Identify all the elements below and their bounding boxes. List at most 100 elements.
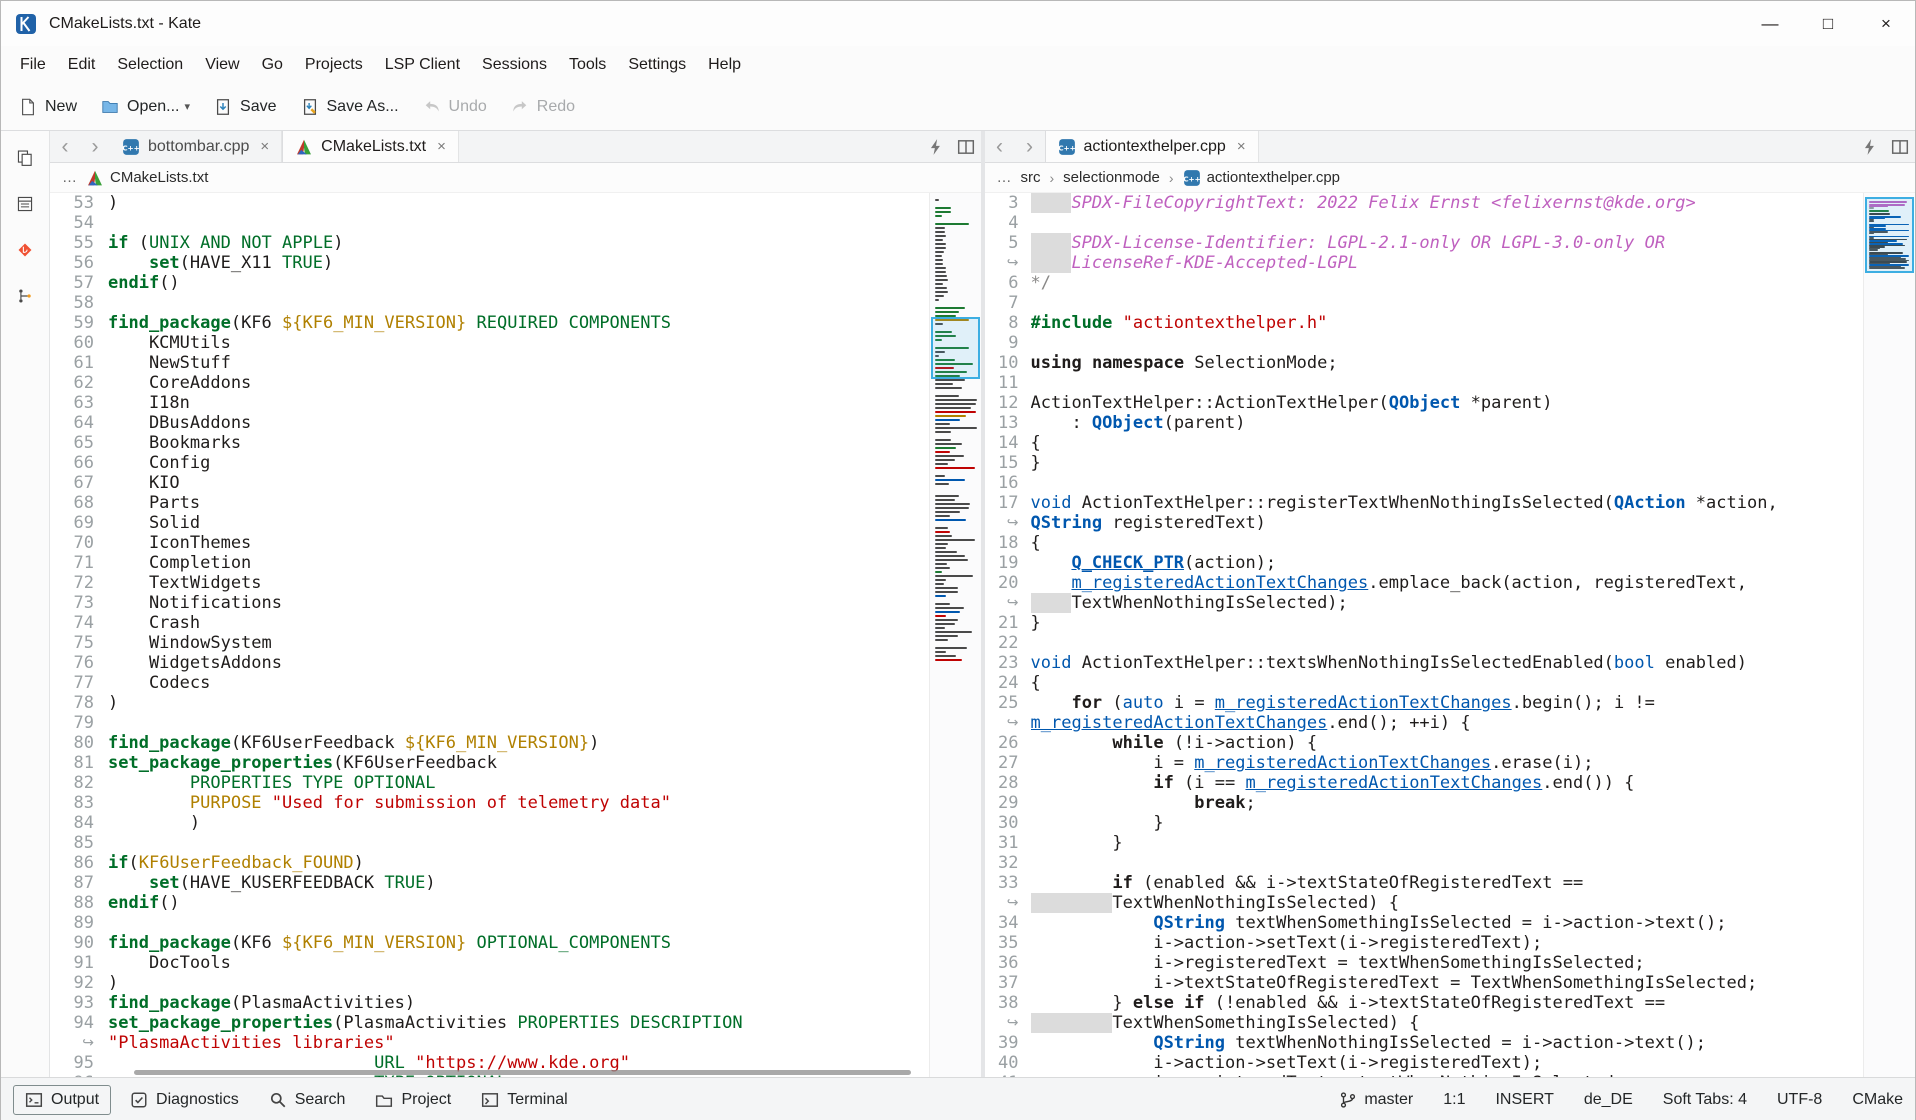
code-line[interactable]: 70 IconThemes [50, 533, 929, 553]
history-back-button[interactable]: ‹ [50, 131, 80, 162]
code-line[interactable]: 79 [50, 713, 929, 733]
statusbar-master[interactable]: master [1339, 1091, 1413, 1109]
sidebar-symbols-button[interactable] [10, 281, 40, 311]
code-line[interactable]: 85 [50, 833, 929, 853]
quick-actions-button[interactable] [921, 131, 951, 162]
toolbar-open-button[interactable]: Open...▾ [91, 92, 200, 122]
code-line[interactable]: 8#include "actiontexthelper.h" [985, 313, 1864, 333]
code-line[interactable]: 12ActionTextHelper::ActionTextHelper(QOb… [985, 393, 1864, 413]
history-forward-button[interactable]: › [1015, 131, 1045, 162]
code-line[interactable]: ↪TextWhenSomethingIsSelected) { [985, 1013, 1864, 1033]
menu-projects[interactable]: Projects [294, 50, 374, 80]
code-line[interactable]: 93find_package(PlasmaActivities) [50, 993, 929, 1013]
statusbar-diagnostics-button[interactable]: Diagnostics [119, 1086, 250, 1114]
code-line[interactable]: 27 i = m_registeredActionTextChanges.era… [985, 753, 1864, 773]
code-line[interactable]: 17void ActionTextHelper::registerTextWhe… [985, 493, 1864, 513]
code-line[interactable]: 61 NewStuff [50, 353, 929, 373]
code-line[interactable]: 26 while (!i->action) { [985, 733, 1864, 753]
code-line[interactable]: 33 if (enabled && i->textStateOfRegister… [985, 873, 1864, 893]
quick-actions-button[interactable] [1855, 131, 1885, 162]
code-line[interactable]: 38 } else if (!enabled && i->textStateOf… [985, 993, 1864, 1013]
horizontal-scrollbar[interactable] [134, 1070, 911, 1075]
code-line[interactable]: 92) [50, 973, 929, 993]
code-line[interactable]: 29 break; [985, 793, 1864, 813]
code-line[interactable]: 35 i->action->setText(i->registeredText)… [985, 933, 1864, 953]
code-line[interactable]: 9 [985, 333, 1864, 353]
code-line[interactable]: 53) [50, 193, 929, 213]
menu-settings[interactable]: Settings [617, 50, 697, 80]
code-line[interactable]: ↪m_registeredActionTextChanges.end(); ++… [985, 713, 1864, 733]
code-line[interactable]: ↪TextWhenNothingIsSelected) { [985, 893, 1864, 913]
code-line[interactable]: 80find_package(KF6UserFeedback ${KF6_MIN… [50, 733, 929, 753]
statusbar-insert[interactable]: INSERT [1495, 1091, 1553, 1109]
code-line[interactable]: 15} [985, 453, 1864, 473]
statusbar-utf-8[interactable]: UTF-8 [1777, 1091, 1822, 1109]
code-line[interactable]: 31 } [985, 833, 1864, 853]
code-line[interactable]: 36 i->registeredText = textWhenSomething… [985, 953, 1864, 973]
code-line[interactable]: 54 [50, 213, 929, 233]
statusbar-project-button[interactable]: Project [364, 1086, 462, 1114]
history-forward-button[interactable]: › [80, 131, 110, 162]
code-line[interactable]: 86if(KF6UserFeedback_FOUND) [50, 853, 929, 873]
code-line[interactable]: 21} [985, 613, 1864, 633]
code-line[interactable]: 19 Q_CHECK_PTR(action); [985, 553, 1864, 573]
menu-selection[interactable]: Selection [106, 50, 194, 80]
code-line[interactable]: 65 Bookmarks [50, 433, 929, 453]
tab-close-icon[interactable]: × [437, 138, 446, 155]
code-line[interactable]: 14{ [985, 433, 1864, 453]
code-line[interactable]: 81set_package_properties(KF6UserFeedback [50, 753, 929, 773]
code-line[interactable]: 67 KIO [50, 473, 929, 493]
tab-bottombar-cpp[interactable]: C++bottombar.cpp× [110, 131, 282, 162]
code-line[interactable]: ↪QString registeredText) [985, 513, 1864, 533]
tab-cmakelists-txt[interactable]: CMakeLists.txt× [282, 131, 459, 162]
tab-close-icon[interactable]: × [1237, 138, 1246, 155]
code-line[interactable]: 94set_package_properties(PlasmaActivitie… [50, 1013, 929, 1033]
code-line[interactable]: 23void ActionTextHelper::textsWhenNothin… [985, 653, 1864, 673]
menu-sessions[interactable]: Sessions [471, 50, 558, 80]
code-line[interactable]: 69 Solid [50, 513, 929, 533]
breadcrumb-overflow[interactable]: … [997, 169, 1012, 186]
code-line[interactable]: 87 set(HAVE_KUSERFEEDBACK TRUE) [50, 873, 929, 893]
code-line[interactable]: 22 [985, 633, 1864, 653]
code-line[interactable]: 72 TextWidgets [50, 573, 929, 593]
code-line[interactable]: 66 Config [50, 453, 929, 473]
statusbar-1-1[interactable]: 1:1 [1443, 1091, 1465, 1109]
toolbar-new-button[interactable]: New [9, 92, 87, 122]
title-bar[interactable]: CMakeLists.txt - Kate —□× [1, 1, 1915, 46]
code-line[interactable]: 40 i->action->setText(i->registeredText)… [985, 1053, 1864, 1073]
toolbar-save-button[interactable]: Save [204, 92, 286, 122]
statusbar-output-button[interactable]: Output [13, 1085, 111, 1115]
breadcrumb-overflow[interactable]: … [62, 169, 77, 186]
code-line[interactable]: 57endif() [50, 273, 929, 293]
code-line[interactable]: 18{ [985, 533, 1864, 553]
code-line[interactable]: 60 KCMUtils [50, 333, 929, 353]
code-line[interactable]: 10using namespace SelectionMode; [985, 353, 1864, 373]
code-line[interactable]: 83 PURPOSE "Used for submission of telem… [50, 793, 929, 813]
code-line[interactable]: 64 DBusAddons [50, 413, 929, 433]
menu-help[interactable]: Help [697, 50, 752, 80]
code-line[interactable]: 6*/ [985, 273, 1864, 293]
code-line[interactable]: 39 QString textWhenNothingIsSelected = i… [985, 1033, 1864, 1053]
minimize-button[interactable]: — [1741, 1, 1799, 46]
sidebar-filesystem-button[interactable] [10, 189, 40, 219]
code-area[interactable]: 53)5455if (UNIX AND NOT APPLE)56 set(HAV… [50, 193, 929, 1077]
code-line[interactable]: 55if (UNIX AND NOT APPLE) [50, 233, 929, 253]
code-line[interactable]: 5SPDX-License-Identifier: LGPL-2.1-only … [985, 233, 1864, 253]
breadcrumb-item-actiontexthelper-cpp[interactable]: C++actiontexthelper.cpp [1183, 169, 1340, 187]
code-line[interactable]: 89 [50, 913, 929, 933]
menu-go[interactable]: Go [251, 50, 294, 80]
code-line[interactable]: ↪LicenseRef-KDE-Accepted-LGPL [985, 253, 1864, 273]
code-line[interactable]: 20 m_registeredActionTextChanges.emplace… [985, 573, 1864, 593]
menu-file[interactable]: File [9, 50, 57, 80]
breadcrumb-item-selectionmode[interactable]: selectionmode [1063, 169, 1160, 186]
breadcrumb-item-cmakelists-txt[interactable]: CMakeLists.txt [86, 169, 208, 187]
statusbar-de-de[interactable]: de_DE [1584, 1091, 1633, 1109]
code-line[interactable]: 16 [985, 473, 1864, 493]
code-line[interactable]: 3SPDX-FileCopyrightText: 2022 Felix Erns… [985, 193, 1864, 213]
code-line[interactable]: 82 PROPERTIES TYPE OPTIONAL [50, 773, 929, 793]
code-line[interactable]: 7 [985, 293, 1864, 313]
sidebar-documents-button[interactable] [10, 143, 40, 173]
code-line[interactable]: 59find_package(KF6 ${KF6_MIN_VERSION} RE… [50, 313, 929, 333]
menu-edit[interactable]: Edit [57, 50, 107, 80]
statusbar-search-button[interactable]: Search [258, 1086, 357, 1114]
